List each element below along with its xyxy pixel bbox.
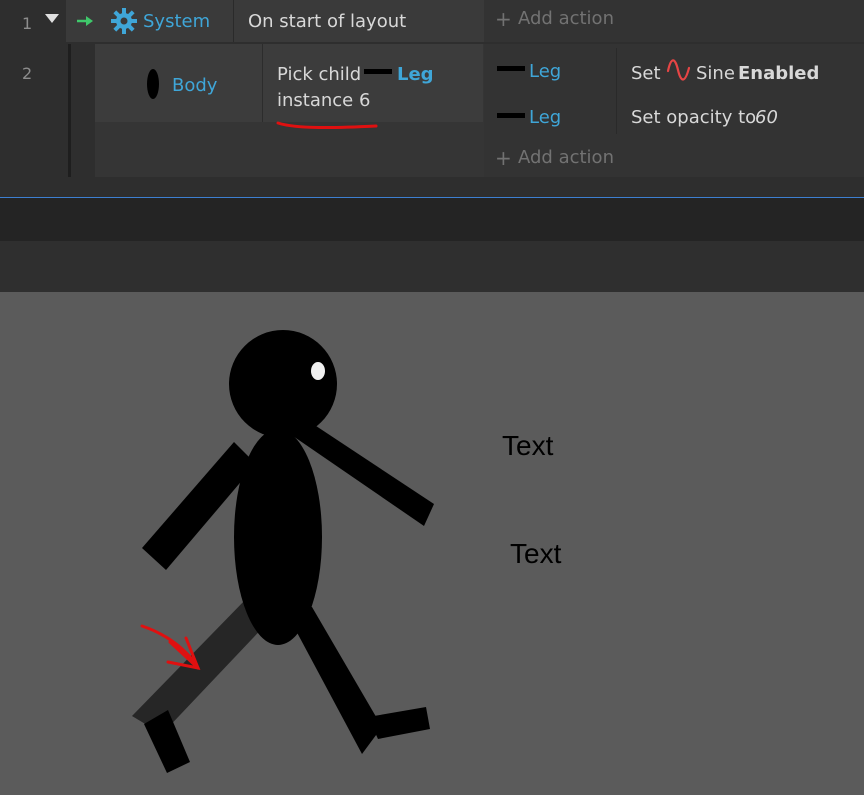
stick-figure — [132, 330, 434, 773]
sine-behavior-label[interactable]: Sine — [696, 63, 735, 84]
opacity-value[interactable]: 60 — [755, 107, 778, 128]
body-object-icon — [147, 69, 159, 99]
text-object[interactable]: Text — [510, 538, 561, 570]
text-object[interactable]: Text — [502, 430, 553, 462]
red-arrow-annotation — [140, 624, 201, 671]
leg-object-icon — [497, 66, 525, 71]
front-foot[interactable] — [368, 707, 430, 739]
leg-object-label[interactable]: Leg — [397, 64, 434, 85]
plus-icon: + — [495, 7, 512, 31]
action2-object-label[interactable]: Leg — [529, 107, 561, 128]
plus-icon: + — [495, 146, 512, 170]
trigger-arrow-icon — [77, 16, 93, 26]
add-action-link-2[interactable]: Add action — [518, 147, 614, 168]
subevent-indent-line — [68, 44, 71, 177]
action1-set-label[interactable]: Set — [631, 63, 661, 84]
head[interactable] — [229, 330, 337, 438]
system-gear-icon — [111, 8, 137, 34]
torso[interactable] — [234, 429, 322, 645]
red-underline-annotation — [276, 121, 378, 130]
instance-label[interactable]: instance 6 — [277, 90, 370, 111]
layout-canvas[interactable]: Text Text — [0, 292, 864, 795]
add-action-link-1[interactable]: Add action — [518, 8, 614, 29]
body-object-label[interactable]: Body — [172, 75, 217, 96]
action-divider — [616, 48, 617, 134]
collapse-triangle-icon[interactable] — [45, 14, 59, 24]
enabled-value[interactable]: Enabled — [738, 63, 819, 84]
eye — [311, 362, 325, 380]
leg-object-icon — [497, 113, 525, 118]
sine-behavior-icon — [666, 59, 691, 81]
event-number: 1 — [22, 14, 33, 33]
splitter-bar[interactable] — [0, 198, 864, 241]
pick-child-label[interactable]: Pick child — [277, 64, 361, 85]
system-object-label[interactable]: System — [143, 11, 210, 32]
event-sheet: 1 System On start of layout + Add action… — [0, 0, 864, 198]
condition-on-start-of-layout[interactable]: On start of layout — [248, 11, 406, 32]
event-number: 2 — [22, 64, 33, 83]
leg-object-icon — [364, 69, 392, 74]
action1-object-label[interactable]: Leg — [529, 61, 561, 82]
layout-toolbar-area — [0, 241, 864, 292]
set-opacity-label[interactable]: Set opacity to — [631, 107, 756, 128]
